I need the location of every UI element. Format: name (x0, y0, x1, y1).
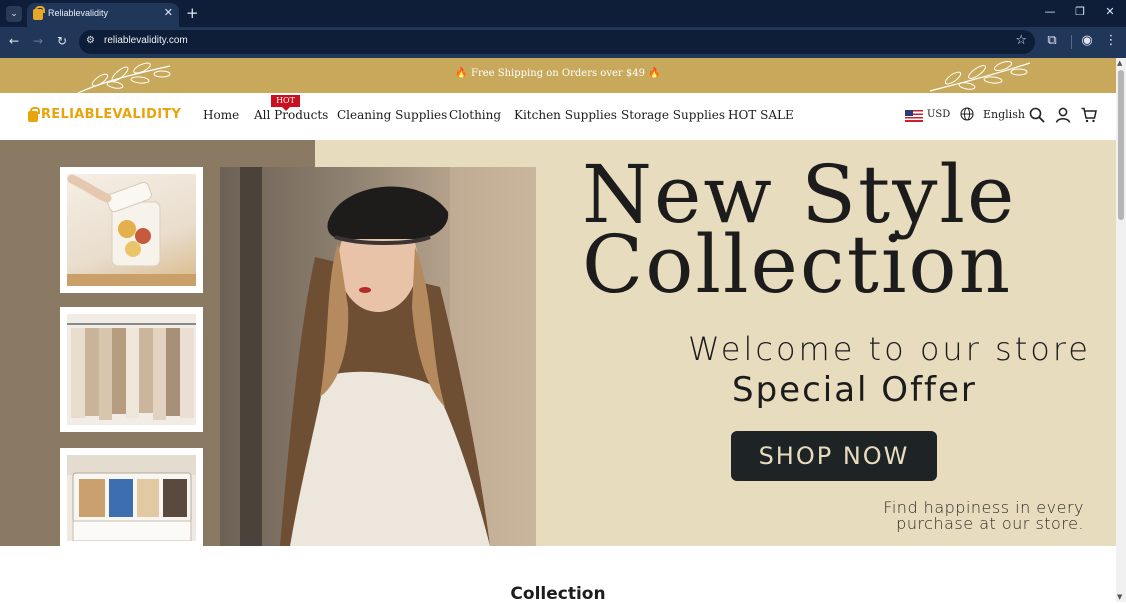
address-bar[interactable]: ⚙ reliablevalidity.com ☆ (79, 30, 1035, 54)
close-tab-icon[interactable]: ✕ (164, 6, 173, 19)
hero-banner[interactable]: New Style Collection Welcome to our stor… (0, 140, 1116, 546)
hero-title: New Style Collection (582, 155, 1016, 311)
language-selector[interactable]: English (983, 108, 1025, 121)
nav-storage-supplies[interactable]: Storage Supplies (621, 108, 725, 122)
minimize-button[interactable]: — (1042, 5, 1058, 18)
promo-banner: 🔥 Free Shipping on Orders over $49 🔥 (0, 58, 1116, 93)
reload-icon[interactable]: ↻ (54, 34, 70, 48)
scroll-up-arrow-icon[interactable]: ▲ (1117, 59, 1122, 67)
url-text[interactable]: reliablevalidity.com (104, 35, 188, 46)
leaf-decoration-icon (929, 60, 1031, 92)
menu-kebab-icon[interactable]: ⋮ (1103, 33, 1119, 48)
scroll-down-arrow-icon[interactable]: ▼ (1117, 593, 1122, 601)
thumb-food-container (60, 167, 203, 293)
thumb-storage-drawer (60, 448, 203, 546)
hero-tagline: Find happiness in every purchase at our … (883, 500, 1084, 532)
collection-heading: Collection (510, 584, 606, 604)
site-favicon-icon (33, 6, 45, 20)
scrollbar-thumb[interactable] (1118, 70, 1124, 220)
account-icon[interactable] (1055, 107, 1071, 123)
profile-icon[interactable]: ◉ (1079, 33, 1095, 48)
globe-icon[interactable] (960, 107, 974, 121)
hero-offer-text: Special Offer (732, 370, 977, 410)
restore-button[interactable]: ❐ (1072, 5, 1088, 18)
logo-wordmark: RELIABLEVALIDITY (41, 107, 182, 122)
currency-selector[interactable]: USD (927, 109, 950, 120)
nav-clothing[interactable]: Clothing (449, 108, 501, 122)
nav-home[interactable]: Home (203, 108, 239, 122)
model-photo (220, 167, 536, 546)
site-info-icon[interactable]: ⚙ (86, 35, 95, 46)
hero-title-line2: Collection (582, 218, 1013, 311)
hero-welcome-text: Welcome to our store (688, 330, 1091, 368)
tab-search-icon[interactable]: ⌄ (6, 6, 22, 22)
tab-title: Reliablevalidity (48, 8, 109, 18)
new-tab-button[interactable]: + (186, 4, 199, 22)
us-flag-icon[interactable] (905, 110, 923, 122)
nav-cleaning-supplies[interactable]: Cleaning Supplies (337, 108, 447, 122)
search-icon[interactable] (1029, 107, 1045, 123)
nav-hot-sale[interactable]: HOT SALE (728, 108, 794, 122)
close-window-button[interactable]: ✕ (1102, 5, 1118, 18)
browser-toolbar: ← → ↻ ⚙ reliablevalidity.com ☆ ⧉ ◉ ⋮ (0, 27, 1126, 58)
forward-icon[interactable]: → (30, 34, 46, 48)
site-header: RELIABLEVALIDITY Home All Products HOT C… (0, 93, 1116, 140)
thumb-clothing-rack (60, 307, 203, 432)
shop-now-button[interactable]: SHOP NOW (731, 431, 937, 481)
cart-icon[interactable] (1081, 107, 1097, 123)
hero-tagline-line2: purchase at our store. (896, 514, 1084, 533)
hot-badge: HOT (271, 95, 300, 111)
extensions-icon[interactable]: ⧉ (1044, 33, 1060, 48)
back-icon[interactable]: ← (6, 34, 22, 48)
bookmark-star-icon[interactable]: ☆ (1015, 33, 1027, 48)
nav-kitchen-supplies[interactable]: Kitchen Supplies (514, 108, 617, 122)
toolbar-divider (1071, 35, 1072, 49)
lock-logo-icon (28, 107, 40, 122)
page-scrollbar[interactable]: ▲ ▼ (1116, 58, 1126, 602)
browser-tab[interactable]: Reliablevalidity ✕ (27, 3, 179, 27)
nav-all-products[interactable]: All Products (254, 108, 328, 122)
browser-tabstrip: ⌄ Reliablevalidity ✕ + — ❐ ✕ (0, 0, 1126, 27)
